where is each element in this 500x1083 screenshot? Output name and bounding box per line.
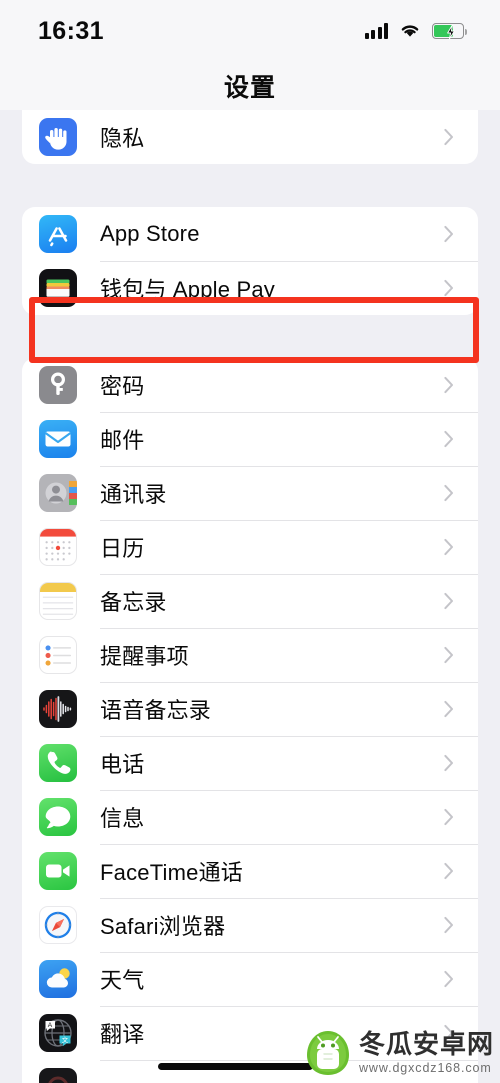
watermark-url: www.dgxcdz168.com (358, 1061, 492, 1076)
notes-icon (39, 582, 77, 620)
nav-bar: 设置 (0, 62, 500, 110)
chevron-right-icon (444, 646, 454, 664)
settings-row-label: 电话 (100, 752, 145, 777)
status-bar: 16:31 (0, 0, 500, 62)
mail-envelope-icon (39, 420, 77, 458)
settings-row-app-store[interactable]: App Store (22, 207, 478, 261)
calendar-icon (39, 528, 77, 566)
settings-row-weather[interactable]: 天气 (22, 952, 478, 1006)
weather-cloud-sun-icon (39, 960, 77, 998)
chevron-right-icon (444, 862, 454, 880)
apps-group: 密码 邮件 通讯录 日历 备忘录 提醒事项 语音备忘录 电话 信息 FaceTi… (22, 358, 478, 1083)
chevron-right-icon (444, 592, 454, 610)
watermark-text: 冬瓜安卓网 www.dgxcdz168.com (359, 1031, 494, 1075)
page-title: 设置 (223, 74, 276, 102)
voice-memos-waveform-icon (39, 690, 77, 728)
settings-row-label: 通讯录 (100, 482, 167, 507)
settings-row-notes[interactable]: 备忘录 (22, 574, 478, 628)
app-icon-partial (39, 1068, 77, 1083)
settings-row-wallet[interactable]: 钱包与 Apple Pay (22, 261, 478, 315)
settings-row-privacy[interactable]: 隐私 (22, 110, 478, 164)
safari-compass-icon (39, 906, 77, 944)
translate-globe-icon: A 文 (39, 1014, 77, 1052)
settings-list[interactable]: 隐私 App Store 钱包与 Apple Pay 密码 邮件 通讯录 日历 … (0, 110, 500, 1083)
settings-row-label: 钱包与 Apple Pay (100, 277, 276, 302)
settings-row-label: 邮件 (100, 428, 145, 453)
chevron-right-icon (444, 279, 454, 297)
settings-row-passwords[interactable]: 密码 (22, 358, 478, 412)
status-indicators (364, 23, 468, 40)
app-store-icon (39, 215, 77, 253)
privacy-group: 隐私 (22, 110, 478, 164)
settings-row-messages[interactable]: 信息 (22, 790, 478, 844)
settings-row-voice-memos[interactable]: 语音备忘录 (22, 682, 478, 736)
battery-charging-icon (432, 23, 468, 40)
chevron-right-icon (444, 754, 454, 772)
facetime-camera-icon (39, 852, 77, 890)
contacts-person-icon (39, 474, 77, 512)
chevron-right-icon (444, 808, 454, 826)
settings-row-label: 信息 (100, 806, 145, 831)
hand-privacy-icon (39, 118, 77, 156)
messages-bubble-icon (39, 798, 77, 836)
key-passwords-icon (39, 366, 77, 404)
settings-row-facetime[interactable]: FaceTime通话 (22, 844, 478, 898)
settings-row-label: App Store (100, 221, 200, 246)
settings-row-label: 隐私 (100, 126, 145, 151)
settings-row-reminders[interactable]: 提醒事项 (22, 628, 478, 682)
chevron-right-icon (444, 916, 454, 934)
settings-screen: 16:31 设置 隐私 App Store 钱包与 Apple Pay 密码 邮… (0, 0, 500, 1083)
store-group: App Store 钱包与 Apple Pay (22, 207, 478, 315)
settings-row-label: 翻译 (100, 1022, 145, 1047)
settings-row-label: 日历 (100, 536, 145, 561)
settings-row-label: 备忘录 (100, 590, 167, 615)
settings-row-mail[interactable]: 邮件 (22, 412, 478, 466)
chevron-right-icon (444, 970, 454, 988)
watermark: 冬瓜安卓网 www.dgxcdz168.com (305, 1029, 494, 1077)
settings-row-label: 密码 (100, 374, 145, 399)
settings-row-contacts[interactable]: 通讯录 (22, 466, 478, 520)
svg-text:A: A (48, 1022, 53, 1029)
chevron-right-icon (444, 430, 454, 448)
settings-row-label: FaceTime通话 (100, 860, 243, 885)
settings-row-label: 提醒事项 (100, 644, 189, 669)
chevron-right-icon (444, 484, 454, 502)
phone-handset-icon (39, 744, 77, 782)
settings-row-label: 语音备忘录 (100, 698, 212, 723)
reminders-icon (39, 636, 77, 674)
winter-melon-mascot-icon (306, 1031, 349, 1075)
settings-row-safari[interactable]: Safari浏览器 (22, 898, 478, 952)
wifi-icon (399, 23, 421, 39)
chevron-right-icon (444, 700, 454, 718)
cellular-bars-icon (364, 23, 388, 39)
settings-row-label: Safari浏览器 (100, 914, 226, 939)
chevron-right-icon (444, 376, 454, 394)
chevron-right-icon (444, 128, 454, 146)
settings-row-label: 天气 (100, 968, 145, 993)
settings-row-calendar[interactable]: 日历 (22, 520, 478, 574)
svg-text:文: 文 (62, 1035, 69, 1044)
chevron-right-icon (444, 225, 454, 243)
status-time: 16:31 (38, 16, 104, 45)
chevron-right-icon (444, 538, 454, 556)
watermark-title: 冬瓜安卓网 (358, 1029, 494, 1060)
home-indicator-bar (158, 1063, 313, 1070)
settings-row-phone[interactable]: 电话 (22, 736, 478, 790)
wallet-icon (39, 269, 77, 307)
